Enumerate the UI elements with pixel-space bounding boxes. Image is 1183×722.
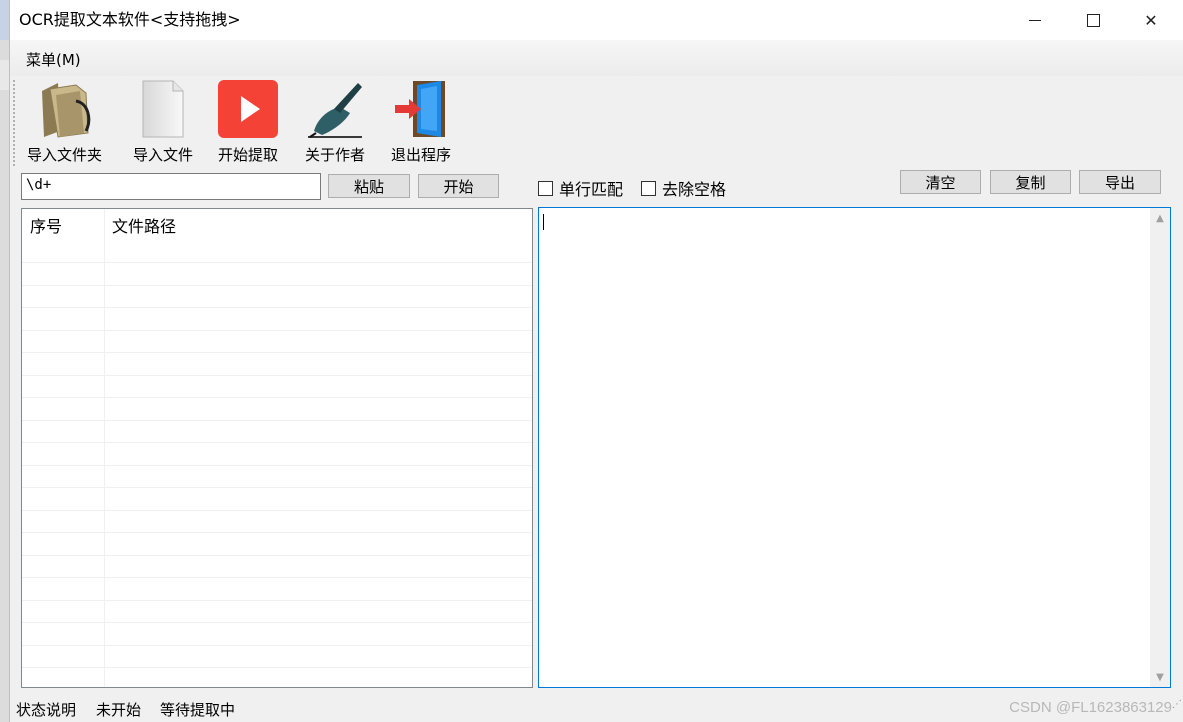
scroll-down-icon[interactable]: ▼	[1150, 667, 1170, 687]
file-list[interactable]: 序号 文件路径	[21, 208, 533, 688]
import-file-button[interactable]: 导入文件	[131, 78, 195, 166]
status-bar: 状态说明 未开始 等待提取中 CSDN @FL1623863129 ⋰	[10, 696, 1183, 722]
list-row-line	[22, 420, 532, 421]
app-window: OCR提取文本软件<支持拖拽> ✕ 菜单(M) 导入文件夹 导入文件 开始提取 …	[9, 0, 1183, 722]
pen-hand-icon	[303, 78, 367, 140]
list-row-line	[22, 465, 532, 466]
minimize-button[interactable]	[1006, 0, 1064, 40]
toolbar-label: 导入文件夹	[27, 146, 103, 164]
import-folder-button[interactable]: 导入文件夹	[27, 78, 102, 166]
list-row-line	[22, 555, 532, 556]
toolbar: 导入文件夹 导入文件 开始提取 关于作者 退出程序	[10, 76, 1183, 168]
toolbar-label: 退出程序	[390, 146, 451, 164]
desktop-background-strip	[0, 0, 9, 722]
resize-grip-icon[interactable]: ⋰	[1172, 699, 1182, 720]
list-row-line	[22, 510, 532, 511]
list-row-line	[22, 487, 532, 488]
window-title: OCR提取文本软件<支持拖拽>	[19, 10, 241, 29]
menu-item-main[interactable]: 菜单(M)	[26, 49, 81, 70]
list-row-line	[22, 622, 532, 623]
list-row-line	[22, 442, 532, 443]
vertical-scrollbar[interactable]: ▲ ▼	[1150, 208, 1170, 687]
text-caret	[543, 214, 544, 230]
file-icon	[131, 78, 195, 140]
checkbox-label: 单行匹配	[559, 180, 624, 199]
desktop-icon-fragment	[0, 0, 9, 40]
minimize-icon	[1029, 19, 1041, 21]
maximize-button[interactable]	[1064, 0, 1122, 40]
remove-spaces-checkbox[interactable]: 去除空格	[641, 176, 726, 200]
status-state: 未开始	[96, 701, 142, 719]
play-icon	[216, 78, 280, 140]
export-button[interactable]: 导出	[1079, 170, 1161, 194]
list-row-line	[22, 397, 532, 398]
list-row-line	[22, 352, 532, 353]
desktop-icon-fragment	[0, 60, 9, 90]
close-icon: ✕	[1144, 10, 1158, 30]
status-detail: 等待提取中	[160, 701, 236, 719]
clear-button[interactable]: 清空	[900, 170, 981, 194]
list-row-line	[22, 532, 532, 533]
list-row-line	[22, 262, 532, 263]
title-bar[interactable]: OCR提取文本软件<支持拖拽> ✕	[10, 0, 1183, 40]
about-author-button[interactable]: 关于作者	[303, 78, 367, 166]
watermark: CSDN @FL1623863129	[1009, 699, 1172, 716]
regex-input[interactable]: \d+	[21, 173, 321, 200]
close-button[interactable]: ✕	[1122, 0, 1180, 40]
single-line-match-checkbox[interactable]: 单行匹配	[538, 176, 623, 200]
column-separator	[104, 209, 105, 687]
maximize-icon	[1086, 13, 1100, 27]
list-row-line	[22, 330, 532, 331]
checkbox-box	[641, 180, 656, 196]
status-label: 状态说明	[16, 701, 77, 719]
column-header-path[interactable]: 文件路径	[104, 209, 532, 249]
list-row-line	[22, 375, 532, 376]
checkbox-label: 去除空格	[662, 180, 727, 199]
exit-program-button[interactable]: 退出程序	[389, 78, 453, 166]
list-row-line	[22, 645, 532, 646]
result-textarea[interactable]: ▲ ▼	[538, 207, 1171, 688]
list-row-line	[22, 600, 532, 601]
toolbar-label: 关于作者	[304, 146, 365, 164]
start-extract-button[interactable]: 开始提取	[216, 78, 280, 166]
list-row-line	[22, 285, 532, 286]
list-row-line	[22, 577, 532, 578]
start-button[interactable]: 开始	[418, 174, 499, 198]
copy-button[interactable]: 复制	[990, 170, 1071, 194]
exit-door-icon	[389, 78, 453, 140]
scroll-up-icon[interactable]: ▲	[1150, 208, 1170, 228]
list-row-line	[22, 667, 532, 668]
toolbar-label: 开始提取	[217, 146, 278, 164]
column-header-index[interactable]: 序号	[22, 209, 104, 249]
list-header: 序号 文件路径	[22, 209, 532, 249]
paste-button[interactable]: 粘贴	[328, 174, 410, 198]
folder-icon	[33, 78, 97, 140]
toolbar-label: 导入文件	[132, 146, 193, 164]
menu-bar: 菜单(M)	[10, 40, 1183, 76]
list-row-line	[22, 307, 532, 308]
checkbox-box	[538, 180, 553, 196]
